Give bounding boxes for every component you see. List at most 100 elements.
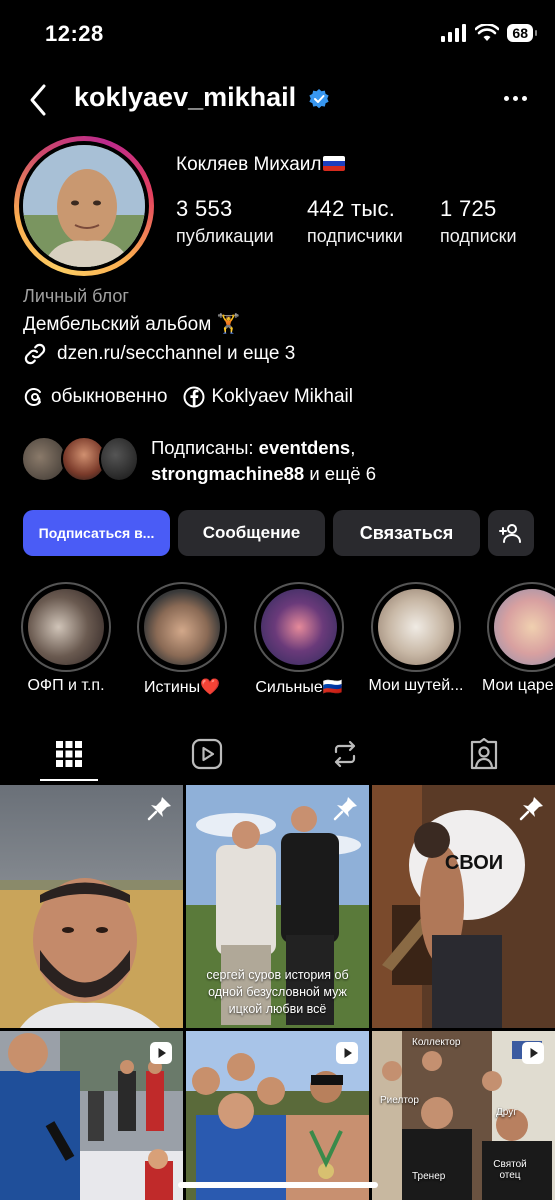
- repost-icon: [334, 740, 356, 768]
- back-button[interactable]: [26, 82, 50, 123]
- highlight-item[interactable]: Сильные🇷🇺: [249, 582, 349, 697]
- message-button[interactable]: Сообщение: [178, 510, 325, 556]
- highlight-cover: [144, 589, 220, 665]
- profile-link[interactable]: dzen.ru/secchannel и еще 3: [23, 342, 295, 366]
- tab-tagged[interactable]: [464, 734, 504, 774]
- highlight-label: Сильные🇷🇺: [255, 679, 343, 696]
- pin-icon: [519, 797, 543, 821]
- pin-icon: [333, 797, 357, 821]
- highlight-cover: [28, 589, 104, 665]
- verified-badge-icon: [309, 89, 329, 109]
- highlight-item[interactable]: Истины❤️: [132, 582, 232, 697]
- add-person-icon: [499, 524, 521, 543]
- profile-tabs: [0, 726, 555, 782]
- story-highlights: ОФП и т.п. Истины❤️ Сильные🇷🇺 Мои шутей.…: [0, 582, 555, 702]
- post-thumbnail: [0, 785, 183, 1028]
- post-overlay-label: Святой отец: [493, 1159, 527, 1181]
- threads-icon: [24, 388, 41, 406]
- tab-posts-grid[interactable]: [49, 734, 89, 774]
- reel-icon: [522, 1042, 544, 1064]
- grid-post[interactable]: [0, 1031, 183, 1200]
- highlight-item[interactable]: Мои шутей...: [366, 582, 466, 695]
- reel-icon: [150, 1042, 172, 1064]
- profile-actions: Подписаться в... Сообщение Связаться: [23, 510, 534, 556]
- mutual-followers-avatars[interactable]: [21, 436, 141, 484]
- profile-fullname: Кокляев Михаил: [176, 154, 346, 176]
- status-bar: 12:28 68: [0, 0, 555, 70]
- grid-post[interactable]: [186, 1031, 369, 1200]
- contact-button[interactable]: Связаться: [333, 510, 480, 556]
- followed-user-1[interactable]: eventdens: [259, 437, 351, 458]
- suggested-users-button[interactable]: [488, 510, 534, 556]
- grid-icon: [56, 741, 82, 767]
- grid-post[interactable]: [0, 785, 183, 1028]
- stat-followers[interactable]: 442 тыс. подписчики: [307, 196, 403, 247]
- highlight-cover: [494, 589, 555, 665]
- posts-grid: сергей суров история об одной безусловно…: [0, 785, 555, 1200]
- highlight-label: Истины❤️: [143, 679, 221, 696]
- followed-prefix: Подписаны:: [151, 437, 259, 458]
- more-options-button[interactable]: [504, 96, 527, 101]
- followed-separator: ,: [350, 437, 356, 458]
- stat-following-value: 1 725: [440, 196, 497, 221]
- profile-category: Личный блог: [23, 286, 129, 306]
- grid-post[interactable]: СВОИ: [372, 785, 555, 1028]
- social-links: обыкновенно Koklyaev Mikhail: [23, 386, 353, 408]
- signal-icon: [441, 24, 467, 42]
- highlight-cover: [378, 589, 454, 665]
- facebook-text: Koklyaev Mikhail: [211, 386, 353, 407]
- post-overlay-label: Риелтор: [380, 1095, 419, 1106]
- profile-username: koklyaev_mikhail: [74, 82, 297, 112]
- threads-link[interactable]: обыкновенно: [23, 386, 167, 408]
- avatar-photo: [23, 145, 145, 267]
- highlight-label: Мои царе: [482, 677, 554, 694]
- battery-indicator: 68: [507, 24, 537, 42]
- status-icons: 68: [441, 24, 537, 42]
- shirt-text: СВОИ: [445, 852, 503, 874]
- profile-link-text: dzen.ru/secchannel и еще 3: [57, 343, 296, 364]
- stat-following[interactable]: 1 725 подписки: [440, 196, 517, 247]
- pin-icon: [147, 797, 171, 821]
- stat-posts-label: публикации: [176, 226, 274, 246]
- post-overlay-label: Друг: [496, 1107, 517, 1118]
- active-tab-indicator: [40, 779, 98, 781]
- highlight-label: Мои шутей...: [368, 677, 464, 694]
- profile-bio: Дембельский альбом 🏋: [23, 314, 241, 335]
- wifi-icon: [475, 24, 500, 41]
- russia-flag-icon: [323, 156, 346, 171]
- threads-text: обыкновенно: [51, 386, 168, 407]
- stat-followers-label: подписчики: [307, 226, 403, 246]
- post-overlay-label: Тренер: [412, 1171, 446, 1182]
- facebook-icon: [183, 386, 205, 408]
- chevron-left-icon: [30, 84, 46, 116]
- stat-followers-value: 442 тыс.: [307, 196, 396, 221]
- followed-user-2[interactable]: strongmachine88: [151, 463, 304, 484]
- highlight-label: ОФП и т.п.: [27, 677, 105, 694]
- followed-suffix: и ещё 6: [304, 463, 377, 484]
- stat-posts-value: 3 553: [176, 196, 233, 221]
- status-time: 12:28: [45, 21, 104, 46]
- follow-button[interactable]: Подписаться в...: [23, 510, 170, 556]
- home-indicator[interactable]: [178, 1182, 378, 1188]
- highlight-item[interactable]: Мои царе: [482, 582, 555, 695]
- highlight-item[interactable]: ОФП и т.п.: [16, 582, 116, 695]
- grid-post[interactable]: Коллектор Риелтор Друг Тренер Святой оте…: [372, 1031, 555, 1200]
- followed-by-text[interactable]: Подписаны: eventdens, strongmachine88 и е…: [151, 435, 376, 487]
- post-overlay-label: Коллектор: [412, 1037, 461, 1048]
- tab-reels[interactable]: [187, 734, 227, 774]
- highlight-cover: [261, 589, 337, 665]
- fullname-text: Кокляев Михаил: [176, 154, 322, 175]
- profile-avatar[interactable]: [14, 136, 154, 276]
- reel-icon: [336, 1042, 358, 1064]
- mutual-avatar: [99, 436, 139, 482]
- link-icon: [24, 343, 46, 365]
- grid-post[interactable]: сергей суров история об одной безусловно…: [186, 785, 369, 1028]
- stat-posts[interactable]: 3 553 публикации: [176, 196, 274, 247]
- facebook-link[interactable]: Koklyaev Mikhail: [183, 386, 353, 408]
- post-caption-overlay: сергей суров история об одной безусловно…: [206, 968, 349, 1016]
- tab-reposts[interactable]: [325, 734, 365, 774]
- reels-icon: [191, 738, 223, 770]
- stat-following-label: подписки: [440, 226, 517, 246]
- profile-header: koklyaev_mikhail: [0, 78, 555, 122]
- post-thumbnail: СВОИ: [372, 785, 555, 1028]
